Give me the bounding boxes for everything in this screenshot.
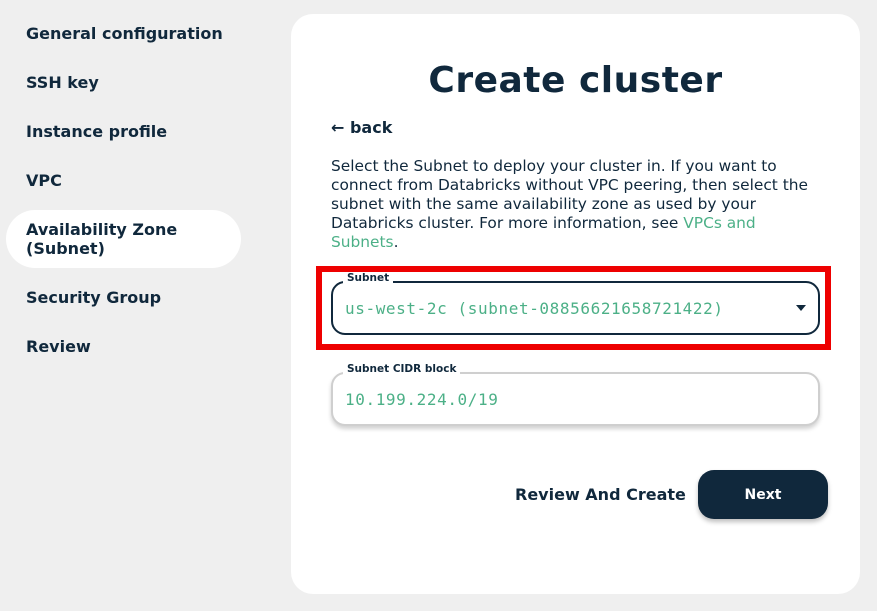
review-and-create-button[interactable]: Review And Create bbox=[515, 485, 686, 504]
sidebar-item-label: Availability Zone (Subnet) bbox=[26, 220, 178, 258]
sidebar-item-instance-profile[interactable]: Instance profile bbox=[26, 122, 167, 141]
sidebar-item-availability-zone[interactable]: Availability Zone (Subnet) bbox=[6, 210, 241, 268]
sidebar-item-ssh-key[interactable]: SSH key bbox=[26, 73, 99, 92]
page-title: Create cluster bbox=[428, 60, 723, 101]
cidr-field[interactable]: Subnet CIDR block 10.199.224.0/19 bbox=[331, 363, 820, 426]
sidebar-item-security-group[interactable]: Security Group bbox=[26, 288, 161, 307]
sidebar-item-review[interactable]: Review bbox=[26, 337, 91, 356]
subnet-value: us-west-2c (subnet-08856621658721422) bbox=[345, 299, 724, 318]
next-button[interactable]: Next bbox=[698, 470, 828, 519]
subnet-select[interactable]: Subnet us-west-2c (subnet-08856621658721… bbox=[331, 272, 820, 335]
cidr-value: 10.199.224.0/19 bbox=[345, 390, 499, 409]
description-end: . bbox=[393, 233, 399, 251]
sidebar-nav: General configuration SSH key Instance p… bbox=[0, 0, 260, 611]
sidebar-item-general-configuration[interactable]: General configuration bbox=[26, 24, 223, 43]
cidr-label: Subnet CIDR block bbox=[343, 363, 461, 375]
back-link[interactable]: ← back bbox=[331, 118, 392, 137]
subnet-label: Subnet bbox=[343, 272, 394, 284]
sidebar-item-vpc[interactable]: VPC bbox=[26, 171, 62, 190]
main-card: Create cluster ← back Select the Subnet … bbox=[291, 14, 860, 594]
caret-down-icon[interactable] bbox=[796, 305, 806, 311]
description-text: Select the Subnet to deploy your cluster… bbox=[331, 157, 821, 252]
